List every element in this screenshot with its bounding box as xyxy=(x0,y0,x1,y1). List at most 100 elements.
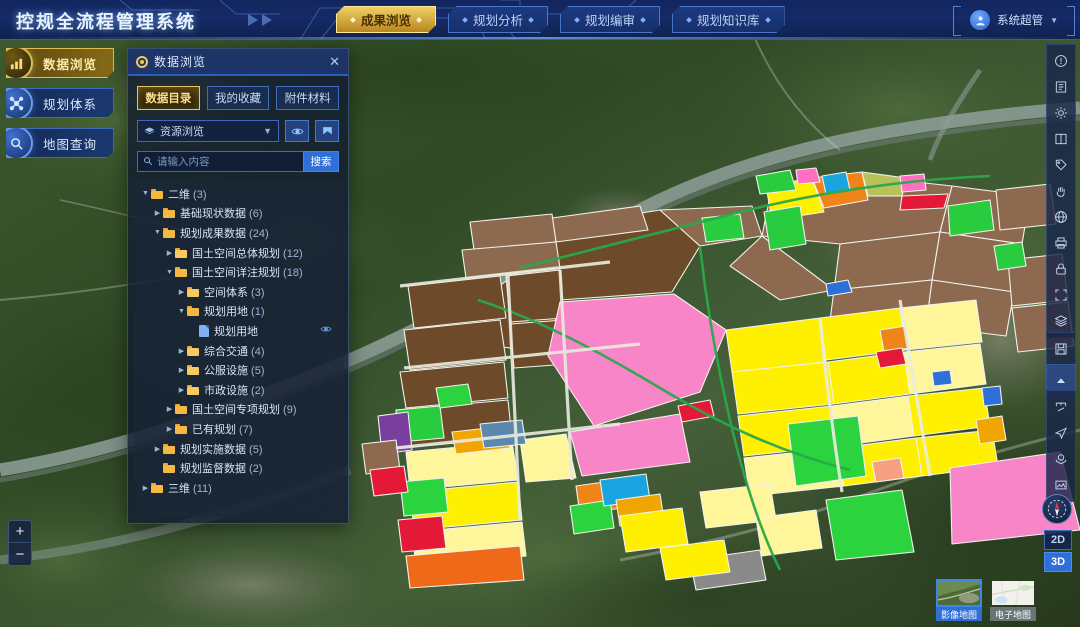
fullscreen-icon[interactable] xyxy=(1048,282,1074,308)
tree-node[interactable]: ▶综合交通 (4) xyxy=(134,341,344,361)
chevron-right-icon[interactable]: ▶ xyxy=(176,366,187,374)
zoom-in-button[interactable]: + xyxy=(9,521,31,543)
tree-node[interactable]: 规划用地 xyxy=(134,321,344,341)
chevron-right-icon[interactable]: ▶ xyxy=(176,386,187,394)
bookmark-icon[interactable] xyxy=(315,120,339,142)
save-disk-icon[interactable] xyxy=(1048,336,1074,362)
folder-icon xyxy=(175,248,187,258)
basemap-imagery-thumbnail xyxy=(936,579,982,607)
chevron-right-icon[interactable]: ▶ xyxy=(152,445,163,453)
tree-node-label: 规划用地 (1) xyxy=(204,303,265,319)
gear-icon[interactable] xyxy=(1048,100,1074,126)
tab-planning-analysis[interactable]: 规划分析 xyxy=(448,6,548,33)
tree-node-count: (11) xyxy=(190,483,212,495)
tree-node-label: 国土空间专项规划 (9) xyxy=(192,401,297,417)
tab-knowledge-base[interactable]: 规划知识库 xyxy=(672,6,785,33)
tree-node[interactable]: ▶基础现状数据 (6) xyxy=(134,204,344,224)
compass-icon[interactable] xyxy=(1042,494,1072,524)
view-mode-3d-button[interactable]: 3D xyxy=(1044,552,1072,572)
basemap-imagery-label: 影像地图 xyxy=(936,607,982,621)
tab-label: 规划编审 xyxy=(585,10,635,29)
folder-icon xyxy=(187,306,199,316)
basemap-vector-thumbnail xyxy=(990,579,1036,607)
tree-node[interactable]: 规划监督数据 (2) xyxy=(134,458,344,478)
model-3d-icon[interactable] xyxy=(1048,446,1074,472)
search-icon xyxy=(143,153,153,171)
lock-icon[interactable] xyxy=(1048,256,1074,282)
printer-icon[interactable] xyxy=(1048,230,1074,256)
diamond-icon xyxy=(528,17,534,23)
tree-node[interactable]: ▶市政设施 (2) xyxy=(134,380,344,400)
tree-node[interactable]: ▼ 规划用地 (1) xyxy=(134,302,344,322)
resource-selector-row: 资源浏览 ▼ xyxy=(128,118,348,142)
folder-icon xyxy=(187,346,199,356)
tree-node-count: (7) xyxy=(236,424,253,436)
folder-icon xyxy=(163,444,175,454)
send-paperplane-icon[interactable] xyxy=(1048,420,1074,446)
search-input[interactable] xyxy=(157,156,298,168)
tab-my-favorites[interactable]: 我的收藏 xyxy=(207,86,270,110)
diamond-icon xyxy=(640,17,646,23)
tree-node[interactable]: ▼国土空间详注规划 (18) xyxy=(134,262,344,282)
chevron-right-icon[interactable]: ▶ xyxy=(164,249,175,257)
tree-node[interactable]: ▶已有规划 (7) xyxy=(134,419,344,439)
tree-node[interactable]: ▼规划成果数据 (24) xyxy=(134,223,344,243)
tab-results-browse[interactable]: 成果浏览 xyxy=(336,6,436,33)
sidebar-item-data-browse[interactable]: 数据浏览 xyxy=(6,48,114,78)
chevron-right-icon[interactable]: ▶ xyxy=(164,425,175,433)
chevron-down-icon[interactable]: ▼ xyxy=(176,308,187,315)
tag-icon[interactable] xyxy=(1048,152,1074,178)
file-icon xyxy=(199,325,209,337)
chevron-down-icon[interactable]: ▼ xyxy=(164,269,175,276)
zoom-out-button[interactable]: − xyxy=(9,543,31,565)
left-sidebar: 数据浏览 规划体系 地图查询 xyxy=(6,48,114,168)
view-mode-2d-button[interactable]: 2D xyxy=(1044,530,1072,550)
resource-select[interactable]: 资源浏览 ▼ xyxy=(137,120,279,142)
data-catalog-tree[interactable]: ▼二维 (3)▶基础现状数据 (6)▼规划成果数据 (24)▶国土空间总体规划 … xyxy=(134,180,344,517)
sidebar-item-planning-system[interactable]: 规划体系 xyxy=(6,88,114,118)
sidebar-item-map-query[interactable]: 地图查询 xyxy=(6,128,114,158)
tab-attachments[interactable]: 附件材料 xyxy=(276,86,339,110)
panel-header: 数据浏览 ✕ xyxy=(128,49,348,76)
data-browse-panel: 数据浏览 ✕ 数据目录 我的收藏 附件材料 资源浏览 ▼ xyxy=(127,48,349,524)
basemap-vector[interactable]: 电子地图 xyxy=(990,579,1036,621)
close-icon[interactable]: ✕ xyxy=(329,54,340,70)
report-icon[interactable] xyxy=(1048,74,1074,100)
tree-node[interactable]: ▶三维 (11) xyxy=(134,478,344,498)
tree-node[interactable]: ▶ 公服设施 (5) xyxy=(134,360,344,380)
app-header: 控规全流程管理系统 成果浏览 规划分析 规划编审 规划知识库 系 xyxy=(0,0,1080,40)
info-circle-icon[interactable] xyxy=(1048,48,1074,74)
chevron-down-icon[interactable]: ▼ xyxy=(152,229,163,236)
sidebar-item-label: 规划体系 xyxy=(43,94,97,113)
basemap-imagery[interactable]: 影像地图 xyxy=(936,579,982,621)
tree-node[interactable]: ▶规划实施数据 (5) xyxy=(134,439,344,459)
search-button[interactable]: 搜索 xyxy=(303,151,339,172)
tree-node-label: 规划监督数据 (2) xyxy=(180,460,263,476)
measure-icon[interactable] xyxy=(1048,394,1074,420)
split-panel-icon[interactable] xyxy=(1048,126,1074,152)
hand-icon[interactable] xyxy=(1048,178,1074,204)
chevron-right-icon[interactable]: ▶ xyxy=(140,484,151,492)
folder-icon xyxy=(175,404,187,414)
globe-icon[interactable] xyxy=(1048,204,1074,230)
tree-node[interactable]: ▶空间体系 (3) xyxy=(134,282,344,302)
tab-planning-review[interactable]: 规划编审 xyxy=(560,6,660,33)
map-zoom-control: + − xyxy=(8,520,32,566)
chevron-down-icon[interactable]: ▼ xyxy=(140,190,151,197)
chevron-right-icon[interactable]: ▶ xyxy=(176,347,187,355)
page-title: 控规全流程管理系统 xyxy=(16,8,196,34)
tree-node[interactable]: ▼二维 (3) xyxy=(134,184,344,204)
tab-data-catalog[interactable]: 数据目录 xyxy=(137,86,200,110)
user-menu[interactable]: 系统超管 ▼ xyxy=(962,8,1066,32)
chevron-right-icon[interactable]: ▶ xyxy=(176,288,187,296)
chevron-right-icon[interactable]: ▶ xyxy=(152,209,163,217)
tree-node[interactable]: ▶国土空间总体规划 (12) xyxy=(134,243,344,263)
tree-node-count: (3) xyxy=(248,287,265,299)
eye-icon[interactable] xyxy=(320,322,332,340)
search-field[interactable] xyxy=(137,151,303,172)
layers-icon[interactable] xyxy=(1048,308,1074,334)
tree-node-label: 公服设施 (5) xyxy=(204,362,265,378)
tree-node[interactable]: ▶ 国土空间专项规划 (9) xyxy=(134,400,344,420)
chevron-right-icon[interactable]: ▶ xyxy=(164,405,175,413)
eye-icon[interactable] xyxy=(285,120,309,142)
